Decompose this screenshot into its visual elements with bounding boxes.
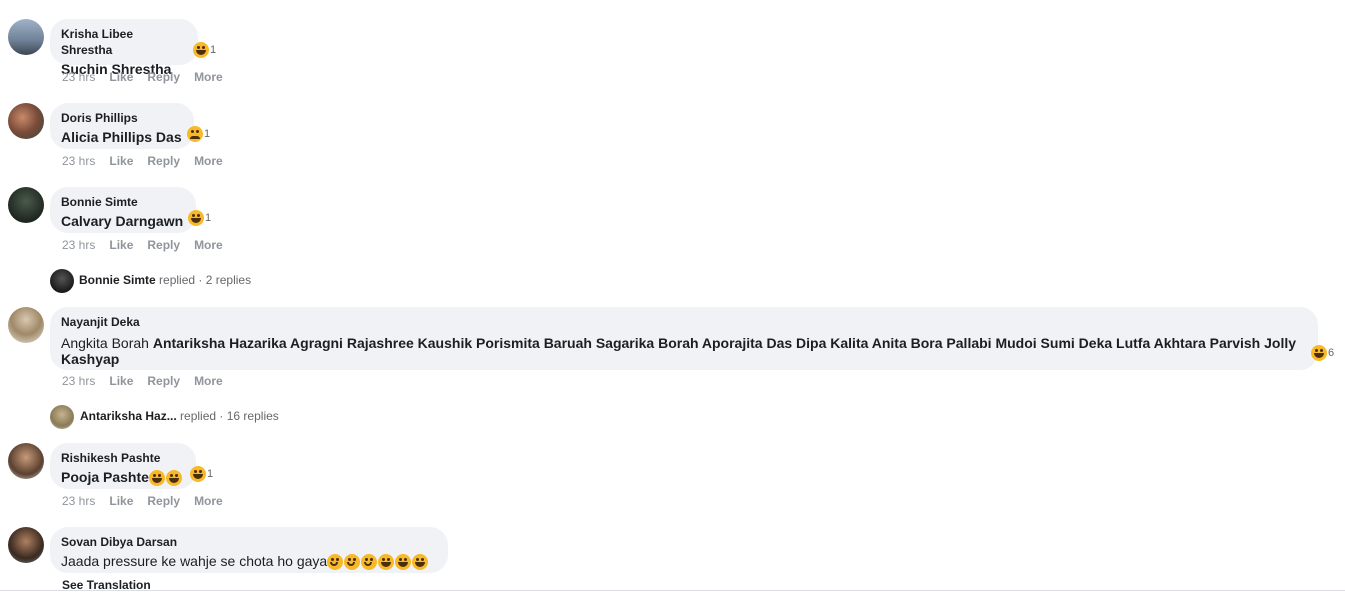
reaction-summary[interactable]: 1 <box>193 41 216 59</box>
avatar[interactable] <box>8 19 44 55</box>
comment-author[interactable]: Nayanjit Deka <box>61 314 1307 330</box>
reply-author[interactable]: Bonnie Simte <box>79 273 156 287</box>
reaction-summary[interactable]: 6 <box>1311 344 1334 362</box>
comment-author[interactable]: Rishikesh Pashte <box>61 450 185 466</box>
reply-count[interactable]: · 2 replies <box>198 273 251 287</box>
reaction-count: 1 <box>204 128 211 140</box>
avatar[interactable] <box>8 187 44 223</box>
reaction-count: 6 <box>1328 347 1335 359</box>
like-button[interactable]: Like <box>109 237 133 253</box>
reaction-count: 1 <box>210 44 217 56</box>
replied-label: replied <box>159 273 196 287</box>
laugh-emoji-icon <box>412 554 429 571</box>
comment-author[interactable]: Bonnie Simte <box>61 194 185 210</box>
like-button[interactable]: Like <box>109 69 133 85</box>
comment-actions: 23 hrs Like Reply More <box>62 237 237 253</box>
timestamp[interactable]: 23 hrs <box>62 69 95 85</box>
laugh-emoji-icon <box>193 42 209 58</box>
laugh-emoji-icon <box>165 470 182 487</box>
like-button[interactable]: Like <box>109 373 133 389</box>
reply-button[interactable]: Reply <box>147 373 180 389</box>
comment-author[interactable]: Doris Phillips <box>61 110 183 126</box>
laugh-emoji-icon <box>1311 345 1327 361</box>
more-button[interactable]: More <box>194 153 223 169</box>
reply-count[interactable]: · 16 replies <box>219 409 278 423</box>
divider <box>0 590 1345 591</box>
tagged-name[interactable]: Pooja Pashte <box>61 469 149 485</box>
comment-bubble: Rishikesh Pashte Pooja Pashte <box>50 443 196 489</box>
more-button[interactable]: More <box>194 69 223 85</box>
reply-author[interactable]: Antariksha Haz... <box>80 409 177 423</box>
reaction-count: 1 <box>205 212 212 224</box>
plain-text: Angkita Borah <box>61 335 149 351</box>
comment-bubble: Nayanjit Deka Angkita Borah Antariksha H… <box>50 307 1318 370</box>
sad-emoji-icon <box>187 126 203 142</box>
more-button[interactable]: More <box>194 237 223 253</box>
reply-button[interactable]: Reply <box>147 69 180 85</box>
laugh-emoji-icon <box>148 470 165 487</box>
comment-bubble: Krisha Libee Shrestha Suchin Shrestha <box>50 19 198 77</box>
plain-text: Jaada pressure ke wahje se chota ho gaya <box>61 553 328 569</box>
replied-label: replied <box>180 409 217 423</box>
laugh-emoji-icon <box>378 554 395 571</box>
smile-emoji-icon <box>327 554 344 571</box>
comment-text: Jaada pressure ke wahje se chota ho gaya <box>61 553 437 571</box>
comment-text: Angkita Borah Antariksha Hazarika Agragn… <box>61 335 1307 351</box>
reply-button[interactable]: Reply <box>147 153 180 169</box>
comment-text: Pooja Pashte <box>61 469 185 487</box>
reaction-count: 1 <box>207 468 214 480</box>
timestamp[interactable]: 23 hrs <box>62 237 95 253</box>
smile-emoji-icon <box>344 554 361 571</box>
reply-button[interactable]: Reply <box>147 493 180 509</box>
comment-actions: 23 hrs Like Reply More <box>62 493 237 509</box>
tagged-names[interactable]: Antariksha Hazarika Agragni Rajashree Ka… <box>153 335 1296 351</box>
smile-emoji-icon <box>361 554 378 571</box>
timestamp[interactable]: 23 hrs <box>62 493 95 509</box>
comment-bubble: Doris Phillips Alicia Phillips Das <box>50 103 194 149</box>
reaction-summary[interactable]: 1 <box>190 465 213 483</box>
comment-bubble: Sovan Dibya Darsan Jaada pressure ke wah… <box>50 527 448 573</box>
replies-summary[interactable]: Antariksha Haz... replied · 16 replies <box>80 408 279 424</box>
tagged-name[interactable]: Calvary Darngawn <box>61 213 185 229</box>
timestamp[interactable]: 23 hrs <box>62 153 95 169</box>
avatar[interactable] <box>50 405 74 429</box>
reaction-summary[interactable]: 1 <box>188 209 211 227</box>
tagged-name[interactable]: Kashyap <box>61 351 1307 367</box>
comment-author[interactable]: Sovan Dibya Darsan <box>61 534 437 550</box>
avatar[interactable] <box>8 443 44 479</box>
avatar[interactable] <box>8 527 44 563</box>
like-button[interactable]: Like <box>109 153 133 169</box>
avatar[interactable] <box>8 103 44 139</box>
more-button[interactable]: More <box>194 373 223 389</box>
timestamp[interactable]: 23 hrs <box>62 373 95 389</box>
more-button[interactable]: More <box>194 493 223 509</box>
comment-bubble: Bonnie Simte Calvary Darngawn <box>50 187 196 233</box>
comment-author[interactable]: Krisha Libee Shrestha <box>61 26 187 58</box>
comment-actions: 23 hrs Like Reply More <box>62 69 237 85</box>
laugh-emoji-icon <box>188 210 204 226</box>
comment-actions: 23 hrs Like Reply More <box>62 373 237 389</box>
laugh-emoji-icon <box>190 466 206 482</box>
reaction-summary[interactable]: 1 <box>187 125 210 143</box>
like-button[interactable]: Like <box>109 493 133 509</box>
reply-button[interactable]: Reply <box>147 237 180 253</box>
avatar[interactable] <box>8 307 44 343</box>
comment-actions: 23 hrs Like Reply More <box>62 153 237 169</box>
tagged-name[interactable]: Alicia Phillips Das <box>61 129 183 145</box>
avatar[interactable] <box>50 269 74 293</box>
laugh-emoji-icon <box>395 554 412 571</box>
replies-summary[interactable]: Bonnie Simte replied · 2 replies <box>79 272 251 288</box>
